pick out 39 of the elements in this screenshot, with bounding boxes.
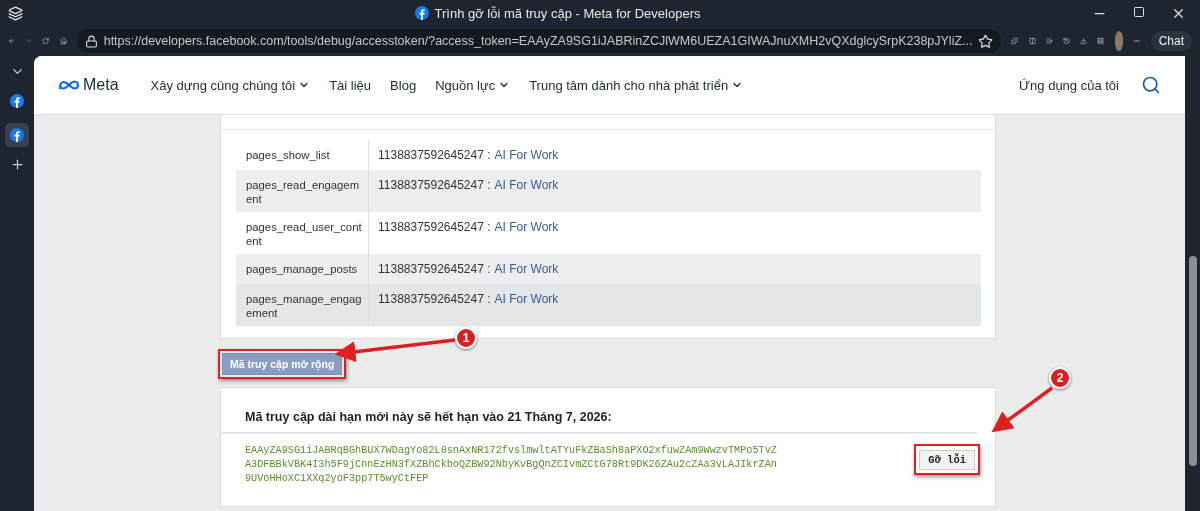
page-id-text: 1138837592645247 : bbox=[378, 220, 491, 234]
arrow bbox=[991, 386, 1054, 433]
active-tab[interactable] bbox=[5, 123, 29, 147]
page-link[interactable]: AI For Work bbox=[494, 178, 559, 192]
permission-name-cell: pages_read_engagement bbox=[236, 170, 369, 212]
nav-link[interactable]: Nguồn lực bbox=[435, 77, 511, 93]
access-token-text: EAAyZA9SG1iJABRqBGhBUX7WDagYo82L8snAxNR172fvslmwltATYuFkZBaSh8aPXO2xfuwZAm9WwzvTMPo5TvZ A3DFBBkVBK4I3h5F9jCnnEzHN3fXZBhCkboQZBW92NbyKvBgQnZCIvmZCtG78Rt9DK26ZAu2cZAa3vLAJIkrZAn 9UVoHHoXC1XXq2yoF3pp7T5wyCtFEP bbox=[245, 444, 777, 486]
page-link[interactable]: AI For Work bbox=[494, 148, 559, 162]
workspaces-icon[interactable] bbox=[8, 5, 23, 21]
chat-button[interactable]: Chat bbox=[1150, 31, 1192, 51]
nav-link[interactable]: Xây dựng cùng chúng tôi bbox=[150, 77, 311, 93]
my-apps-link[interactable]: Ứng dụng của tôi bbox=[1019, 77, 1119, 93]
favorite-star-icon[interactable] bbox=[978, 33, 994, 49]
page-id-text: 1138837592645247 : bbox=[378, 178, 491, 192]
profile-avatar[interactable] bbox=[1114, 31, 1124, 51]
search-icon[interactable] bbox=[1141, 75, 1161, 95]
facebook-tab-icon bbox=[10, 128, 24, 142]
page-id-text: 1138837592645247 : bbox=[378, 262, 491, 276]
facebook-tab-icon[interactable] bbox=[10, 94, 24, 108]
nav-link[interactable]: Trung tâm dành cho nhà phát triển bbox=[529, 77, 744, 93]
address-bar[interactable]: https://developers.facebook.com/tools/debug/accesstoken/?access_token=EAAyZA9SG1iJABRinZCJlWM6UEZA1GIWAJnuXMH2vQXdglcySrpK238pJYliZ... bbox=[76, 29, 1002, 53]
facebook-icon bbox=[414, 6, 429, 20]
page-id-text: 1138837592645247 : bbox=[378, 292, 491, 306]
meta-logo-text: Meta bbox=[83, 76, 119, 94]
scrollbar-thumb[interactable] bbox=[1188, 256, 1197, 466]
restore-icon[interactable] bbox=[1133, 5, 1145, 18]
nav-link[interactable]: Blog bbox=[390, 77, 417, 93]
meta-logo-icon bbox=[58, 79, 80, 91]
nav-link[interactable]: Tài liệu bbox=[329, 77, 372, 93]
page-link[interactable]: AI For Work bbox=[494, 262, 559, 276]
page-link[interactable]: AI For Work bbox=[494, 292, 559, 306]
token-expiry-heading: Mã truy cập dài hạn mới này sẽ hết hạn vào 21 Tháng 7, 2026: bbox=[245, 410, 613, 424]
window-title: Trình gỡ lỗi mã truy cập - Meta for Developers bbox=[434, 5, 701, 21]
lock-icon bbox=[84, 34, 98, 48]
permission-name-cell: pages_manage_engagement bbox=[236, 284, 369, 326]
new-tab-icon[interactable] bbox=[9, 157, 25, 172]
debug-button[interactable]: Gỡ lỗi bbox=[919, 450, 975, 470]
page-id-text: 1138837592645247 : bbox=[378, 148, 491, 162]
page-link[interactable]: AI For Work bbox=[494, 220, 559, 234]
